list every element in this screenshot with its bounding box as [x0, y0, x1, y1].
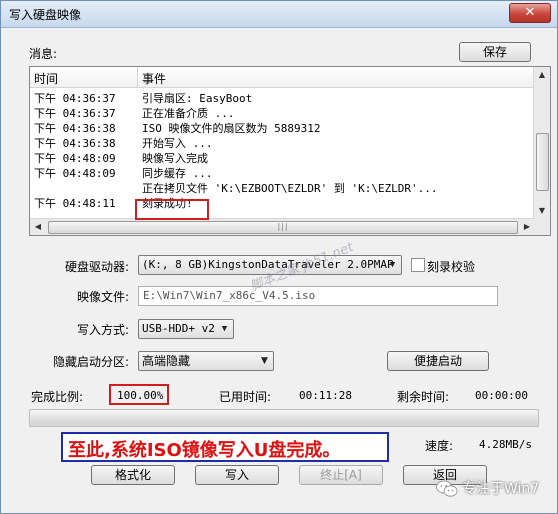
progress-fill: [31, 411, 537, 425]
write-button[interactable]: 写入: [195, 465, 279, 485]
write-mode-select[interactable]: USB-HDD+ v2 ▼: [138, 319, 234, 339]
scrollbar-corner: [534, 219, 550, 235]
column-header-event[interactable]: 事件: [138, 67, 534, 87]
list-item[interactable]: 正在拷贝文件 'K:\EZBOOT\EZLDR' 到 'K:\EZLDR'...: [30, 181, 535, 196]
write-disk-image-dialog: 写入硬盘映像 ✕ 消息: 保存 时间 事件 下午 04:36:37 引导扇区: E…: [0, 0, 558, 514]
stop-button[interactable]: 终止[A]: [299, 465, 383, 485]
chevron-down-icon: ▼: [389, 260, 396, 270]
hidden-partition-value: 高端隐藏: [142, 354, 191, 368]
image-file-label: 映像文件:: [77, 290, 130, 304]
scroll-up-arrow-icon[interactable]: ▲: [534, 67, 550, 83]
column-event-label: 事件: [142, 72, 167, 86]
verify-label: 刻录校验: [427, 260, 476, 274]
messages-label: 消息:: [29, 47, 58, 61]
list-item[interactable]: 下午 04:48:09 映像写入完成: [30, 151, 535, 166]
row-event: ISO 映像文件的扇区数为 5889312: [142, 122, 321, 135]
chevron-down-icon: ▼: [221, 324, 228, 334]
vertical-scrollbar[interactable]: ▲ ▼: [533, 67, 550, 219]
elapsed-value: 00:11:28: [299, 389, 352, 402]
column-header-time[interactable]: 时间: [30, 67, 138, 87]
row-event: 引导扇区: EasyBoot: [142, 92, 253, 105]
quick-boot-button[interactable]: 便捷启动: [387, 351, 489, 371]
wechat-watermark-text: 专注于Win7: [462, 481, 540, 497]
list-item[interactable]: 下午 04:48:09 同步缓存 ...: [30, 166, 535, 181]
wechat-watermark: 专注于Win7: [436, 478, 539, 498]
success-highlight-box: [135, 199, 209, 220]
scroll-down-arrow-icon[interactable]: ▼: [534, 203, 550, 219]
title-bar: 写入硬盘映像 ✕: [1, 1, 557, 28]
image-file-field[interactable]: E:\Win7\Win7_x86c_V4.5.iso: [138, 286, 498, 306]
remaining-label: 剩余时间:: [397, 390, 450, 404]
row-time: 下午 04:48:09: [34, 167, 116, 180]
completion-annotation: 至此,系统ISO镜像写入U盘完成。: [61, 432, 389, 462]
row-event: 正在拷贝文件 'K:\EZBOOT\EZLDR' 到 'K:\EZLDR'...: [142, 182, 438, 195]
hidden-partition-label: 隐藏启动分区:: [53, 355, 130, 369]
verify-checkbox[interactable]: [411, 258, 425, 272]
hidden-partition-select[interactable]: 高端隐藏 ▼: [138, 351, 274, 371]
horizontal-scroll-thumb[interactable]: |||: [48, 221, 518, 234]
speed-label: 速度:: [425, 439, 454, 453]
list-item[interactable]: 下午 04:36:38 ISO 映像文件的扇区数为 5889312: [30, 121, 535, 136]
close-button[interactable]: ✕: [509, 3, 551, 23]
save-button[interactable]: 保存: [459, 42, 531, 62]
wechat-icon: [436, 480, 458, 497]
completion-label: 完成比例:: [31, 390, 84, 404]
row-time: 下午 04:36:38: [34, 122, 116, 135]
annotation-text: 至此,系统ISO镜像写入U盘完成。: [68, 440, 341, 461]
row-time: 下午 04:36:37: [34, 107, 116, 120]
vertical-scroll-thumb[interactable]: [536, 133, 549, 191]
column-time-label: 时间: [34, 72, 59, 86]
row-event: 同步缓存 ...: [142, 167, 213, 180]
window-title: 写入硬盘映像: [9, 8, 82, 22]
completion-highlight-box: [109, 384, 169, 405]
row-event: 正在准备介质 ...: [142, 107, 235, 120]
list-item[interactable]: 下午 04:48:11 刻录成功!: [30, 196, 535, 211]
row-time: 下午 04:48:11: [34, 197, 116, 210]
progress-bar: [29, 409, 539, 427]
elapsed-label: 已用时间:: [219, 390, 272, 404]
chevron-down-icon: ▼: [261, 356, 268, 366]
speed-value: 4.28MB/s: [479, 438, 532, 451]
list-item[interactable]: 下午 04:36:37 引导扇区: EasyBoot: [30, 91, 535, 106]
list-header: 时间 事件: [30, 67, 535, 88]
write-mode-label: 写入方式:: [77, 323, 130, 337]
row-event: 开始写入 ...: [142, 137, 213, 150]
scroll-right-arrow-icon[interactable]: ▶: [519, 219, 535, 235]
scroll-left-arrow-icon[interactable]: ◀: [30, 219, 46, 235]
list-item[interactable]: 下午 04:36:37 正在准备介质 ...: [30, 106, 535, 121]
write-mode-value: USB-HDD+ v2: [142, 322, 215, 335]
row-event: 映像写入完成: [142, 152, 208, 165]
horizontal-scrollbar[interactable]: ◀ ||| ▶: [30, 218, 535, 235]
format-button[interactable]: 格式化: [91, 465, 175, 485]
row-time: 下午 04:36:37: [34, 92, 116, 105]
message-rows: 下午 04:36:37 引导扇区: EasyBoot 下午 04:36:37 正在准备…: [30, 91, 535, 211]
remaining-value: 00:00:00: [475, 389, 528, 402]
row-time: 下午 04:36:38: [34, 137, 116, 150]
list-item[interactable]: 下午 04:36:38 开始写入 ...: [30, 136, 535, 151]
message-list[interactable]: 时间 事件 下午 04:36:37 引导扇区: EasyBoot 下午 04:36:…: [29, 66, 551, 236]
drive-label: 硬盘驱动器:: [65, 260, 130, 274]
row-time: 下午 04:48:09: [34, 152, 116, 165]
